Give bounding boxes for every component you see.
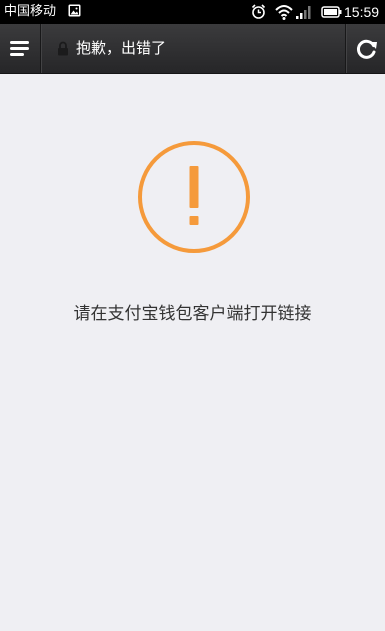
menu-icon [10,41,29,56]
carrier-name: 中国移动 [4,4,57,19]
wifi-icon [275,5,293,20]
error-message: 请在支付宝钱包客户端打开链接 [73,304,312,324]
refresh-button[interactable] [347,24,385,73]
divider [41,24,42,73]
exclamation-circle-icon [138,141,250,253]
status-bar: 中国移动 15:59 [0,0,385,24]
clock-time: 15:59 [344,4,380,20]
title-bar: 抱歉，出错了 [0,24,385,74]
lock-icon [58,41,68,56]
gallery-icon [68,4,81,17]
refresh-icon [356,39,377,59]
page-title: 抱歉，出错了 [76,39,167,57]
alarm-icon [251,4,266,19]
signal-icon [296,6,311,19]
battery-icon [321,6,342,18]
menu-button[interactable] [0,24,40,73]
